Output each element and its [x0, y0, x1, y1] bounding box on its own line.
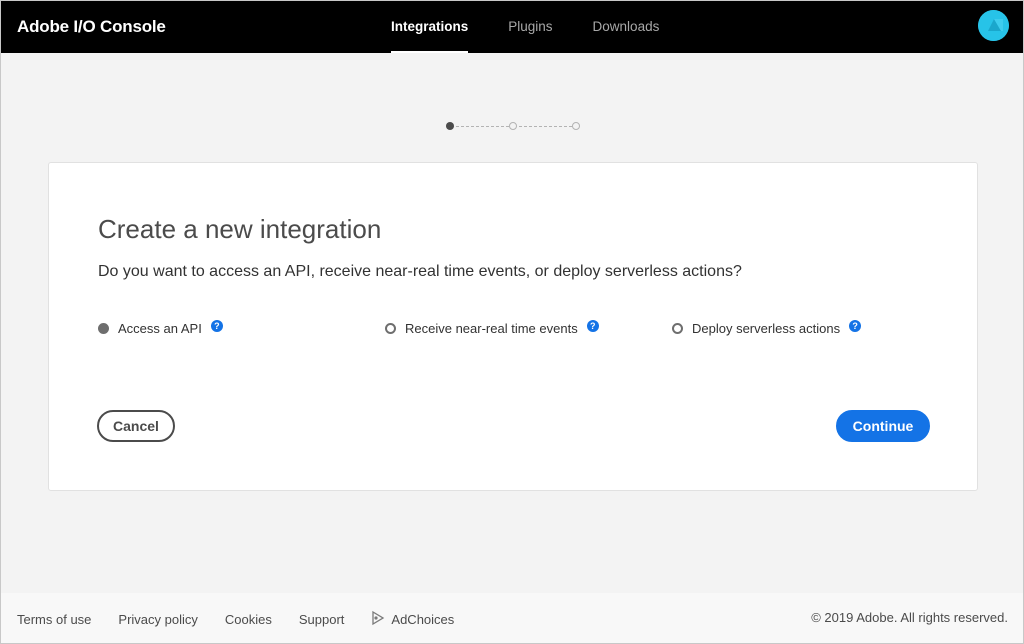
continue-button[interactable]: Continue: [836, 410, 930, 442]
footer-link-support[interactable]: Support: [299, 610, 345, 629]
option-label: Access an API: [118, 320, 202, 336]
step-1-indicator: [446, 122, 454, 130]
nav-item-downloads[interactable]: Downloads: [583, 1, 670, 53]
help-icon[interactable]: ?: [586, 320, 599, 332]
option-label: Deploy serverless actions: [692, 320, 841, 336]
footer: Terms of use Privacy policy Cookies Supp…: [1, 593, 1023, 643]
radio-receive-events[interactable]: [385, 322, 396, 334]
option-receive-events[interactable]: Receive near-real time events ?: [385, 320, 599, 336]
help-icon[interactable]: ?: [849, 320, 862, 332]
step-2-indicator: [509, 122, 517, 130]
nav-item-integrations[interactable]: Integrations: [381, 1, 478, 53]
step-connector: [456, 126, 509, 127]
adchoices-icon: [371, 610, 385, 629]
page-title: Create a new integration: [98, 214, 382, 244]
main-nav: Integrations Plugins Downloads: [381, 1, 689, 53]
footer-link-adchoices[interactable]: AdChoices: [371, 610, 454, 629]
help-icon[interactable]: ?: [210, 320, 223, 332]
create-integration-card: Create a new integration Do you want to …: [48, 162, 978, 491]
adchoices-label: AdChoices: [391, 612, 455, 627]
progress-stepper: [445, 121, 581, 131]
step-3-indicator: [572, 122, 580, 130]
footer-link-privacy[interactable]: Privacy policy: [118, 610, 197, 629]
footer-link-cookies[interactable]: Cookies: [225, 610, 272, 629]
radio-access-api[interactable]: [98, 322, 109, 334]
option-access-api[interactable]: Access an API ?: [98, 320, 223, 336]
option-label: Receive near-real time events: [405, 320, 578, 336]
cancel-button[interactable]: Cancel: [97, 410, 175, 442]
top-bar: Adobe I/O Console Integrations Plugins D…: [1, 1, 1023, 53]
app-title[interactable]: Adobe I/O Console: [17, 17, 166, 37]
nav-item-plugins[interactable]: Plugins: [498, 1, 562, 53]
copyright-text: © 2019 Adobe. All rights reserved.: [811, 610, 1008, 625]
step-connector: [519, 126, 572, 127]
radio-deploy-actions[interactable]: [672, 322, 683, 334]
option-deploy-actions[interactable]: Deploy serverless actions ?: [672, 320, 862, 336]
footer-links: Terms of use Privacy policy Cookies Supp…: [17, 610, 481, 629]
user-avatar-icon[interactable]: [978, 10, 1009, 41]
footer-link-terms[interactable]: Terms of use: [17, 610, 91, 629]
integration-question: Do you want to access an API, receive ne…: [98, 263, 742, 280]
